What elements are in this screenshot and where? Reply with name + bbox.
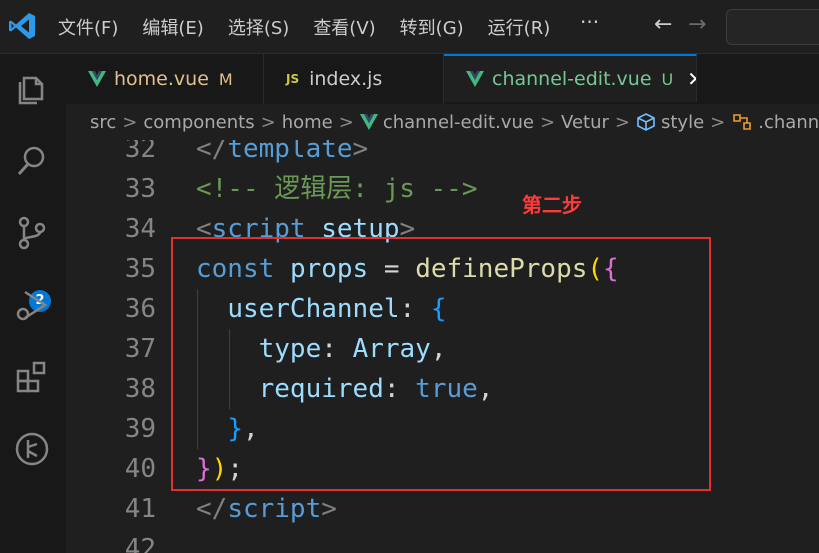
line-number: 34 [124,214,156,244]
js-file-icon: JS [286,72,300,86]
menu-view[interactable]: 查看(V) [313,14,375,40]
extensions-icon[interactable] [13,358,51,396]
line-number: 41 [124,494,156,524]
explorer-files-icon[interactable] [13,70,51,108]
menu-go[interactable]: 转到(G) [400,14,464,40]
activity-bar: 2 [0,54,66,553]
breadcrumb-vetur[interactable]: Vetur [561,112,609,133]
tab-channel-edit-vue[interactable]: channel-edit.vue U ✕ [444,54,697,102]
line-number: 40 [124,454,156,484]
code-text: </script> [196,494,337,524]
search-icon[interactable] [13,142,51,180]
breadcrumb-style[interactable]: style [661,112,704,133]
line-number: 38 [124,374,156,404]
breadcrumb-separator: > [614,111,630,133]
breadcrumb-file[interactable]: channel-edit.vue [383,112,534,133]
editor-tab-bar: home.vue M JS index.js channel-edit.vue … [66,54,819,104]
menu-run[interactable]: 运行(R) [488,14,551,40]
line-number: 32 [124,140,156,164]
breadcrumb-separator: > [260,111,276,133]
command-center-search[interactable] [726,9,819,45]
line-number: 36 [124,294,156,324]
tab-index-js[interactable]: JS index.js [264,54,444,104]
code-line: 33 <!-- 逻辑层: js --> [66,169,819,209]
breadcrumb-separator: > [122,111,138,133]
menu-selection[interactable]: 选择(S) [228,14,289,40]
menu-file[interactable]: 文件(F) [58,14,118,40]
breadcrumb-separator: > [539,111,556,133]
tab-home-vue[interactable]: home.vue M [66,54,264,104]
tab-label: channel-edit.vue [492,68,652,90]
css-selector-icon [731,112,753,132]
vscode-logo-icon [9,13,35,39]
line-number: 39 [124,414,156,444]
breadcrumb-separator: > [338,111,354,133]
breadcrumb-src[interactable]: src [90,112,116,133]
cube-icon [636,112,656,132]
code-line: 41 </script> [66,489,819,529]
back-arrow-icon[interactable]: ← [654,12,672,37]
forward-arrow-icon[interactable]: → [688,12,706,37]
close-icon[interactable]: ✕ [687,67,696,91]
run-debug-icon[interactable] [13,286,51,324]
line-number: 35 [124,254,156,284]
tab-modified-badge: M [218,69,233,89]
source-control-icon[interactable] [13,214,51,252]
code-text: </template> [196,140,369,164]
breadcrumb-home[interactable]: home [282,112,333,133]
line-number: 37 [124,334,156,364]
code-line: 42 [66,529,819,553]
highlight-box [171,237,711,491]
code-comment: <!-- 逻辑层: js --> [196,174,478,204]
line-number: 33 [124,174,156,204]
menu-bar: 文件(F) 编辑(E) 选择(S) 查看(V) 转到(G) 运行(R) [58,0,574,53]
code-line: 32 </template> [66,140,819,169]
vue-file-icon [466,71,484,87]
annotation-label: 第二步 [522,193,582,217]
tab-untracked-badge: U [661,69,674,89]
breadcrumb: src > components > home > channel-edit.v… [66,104,819,140]
title-bar: 文件(F) 编辑(E) 选择(S) 查看(V) 转到(G) 运行(R) ··· … [0,0,819,54]
git-graph-icon[interactable] [13,430,51,468]
vue-file-icon [359,114,378,130]
tab-label: index.js [309,68,383,90]
breadcrumb-components[interactable]: components [143,112,254,133]
tab-label: home.vue [114,68,209,90]
breadcrumb-separator: > [710,111,726,133]
menu-edit[interactable]: 编辑(E) [142,14,203,40]
breadcrumb-selector[interactable]: .channel-e [758,112,819,133]
menu-more-button[interactable]: ··· [580,10,599,34]
vue-file-icon [88,71,106,87]
line-number: 42 [124,534,156,553]
